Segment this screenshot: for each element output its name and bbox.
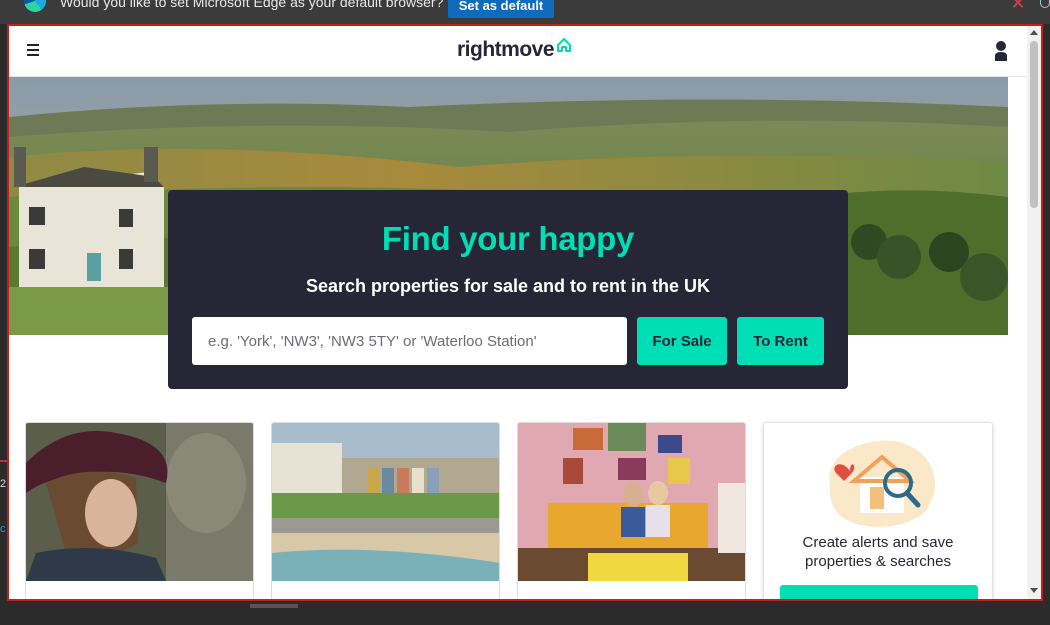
feature-card[interactable] [271, 422, 500, 599]
close-icon[interactable]: ✕ [1008, 0, 1028, 12]
hero-title: Find your happy [381, 220, 635, 257]
browser-viewport: rightmove Find your happy Search propert… [7, 24, 1043, 601]
rightmove-logo[interactable]: rightmove [457, 38, 572, 62]
alerts-promo-line: properties & searches [805, 553, 951, 570]
strip-text: c [0, 523, 6, 535]
scroll-down-arrow-icon[interactable] [1030, 588, 1038, 593]
edge-logo-icon [24, 0, 46, 12]
feature-card[interactable] [25, 422, 254, 599]
hamburger-menu-icon[interactable] [27, 44, 41, 56]
set-as-default-button[interactable]: Set as default [448, 0, 554, 18]
scroll-up-arrow-icon[interactable] [1030, 30, 1038, 35]
hero-subtitle: Search properties for sale and to rent i… [305, 276, 711, 296]
edge-bar-message: Would you like to set Microsoft Edge as … [60, 0, 444, 10]
edge-default-browser-bar: Would you like to set Microsoft Edge as … [0, 0, 1050, 24]
scrollbar-thumb[interactable] [1030, 41, 1038, 208]
couple-on-sofa-image [518, 423, 745, 581]
alerts-promo-line: Create alerts and save [802, 534, 954, 551]
search-panel: Find your happy Search properties for sa… [168, 190, 848, 389]
house-search-illustration-icon [829, 440, 935, 527]
site-header: rightmove [9, 26, 1027, 77]
create-alert-button[interactable] [780, 585, 978, 599]
feature-card[interactable] [517, 422, 746, 599]
user-account-icon[interactable] [994, 40, 1008, 62]
to-rent-button[interactable]: To Rent [737, 317, 824, 365]
for-sale-button[interactable]: For Sale [637, 317, 727, 365]
strip-text: 2 [0, 478, 7, 490]
edge-extension-icon[interactable] [1040, 0, 1050, 8]
alerts-promo-card[interactable]: Create alerts and save properties & sear… [763, 422, 993, 599]
alerts-promo-text: Create alerts and save properties & sear… [764, 533, 992, 571]
strip-marker [0, 460, 7, 462]
logo-text: rightmove [457, 38, 555, 61]
seaside-terrace-image [272, 423, 499, 581]
location-search-input[interactable] [192, 317, 627, 365]
woman-in-hat-image [26, 423, 253, 581]
taskbar-indicator [250, 604, 298, 608]
house-logo-icon [557, 38, 572, 52]
vertical-scrollbar[interactable] [1027, 26, 1041, 599]
